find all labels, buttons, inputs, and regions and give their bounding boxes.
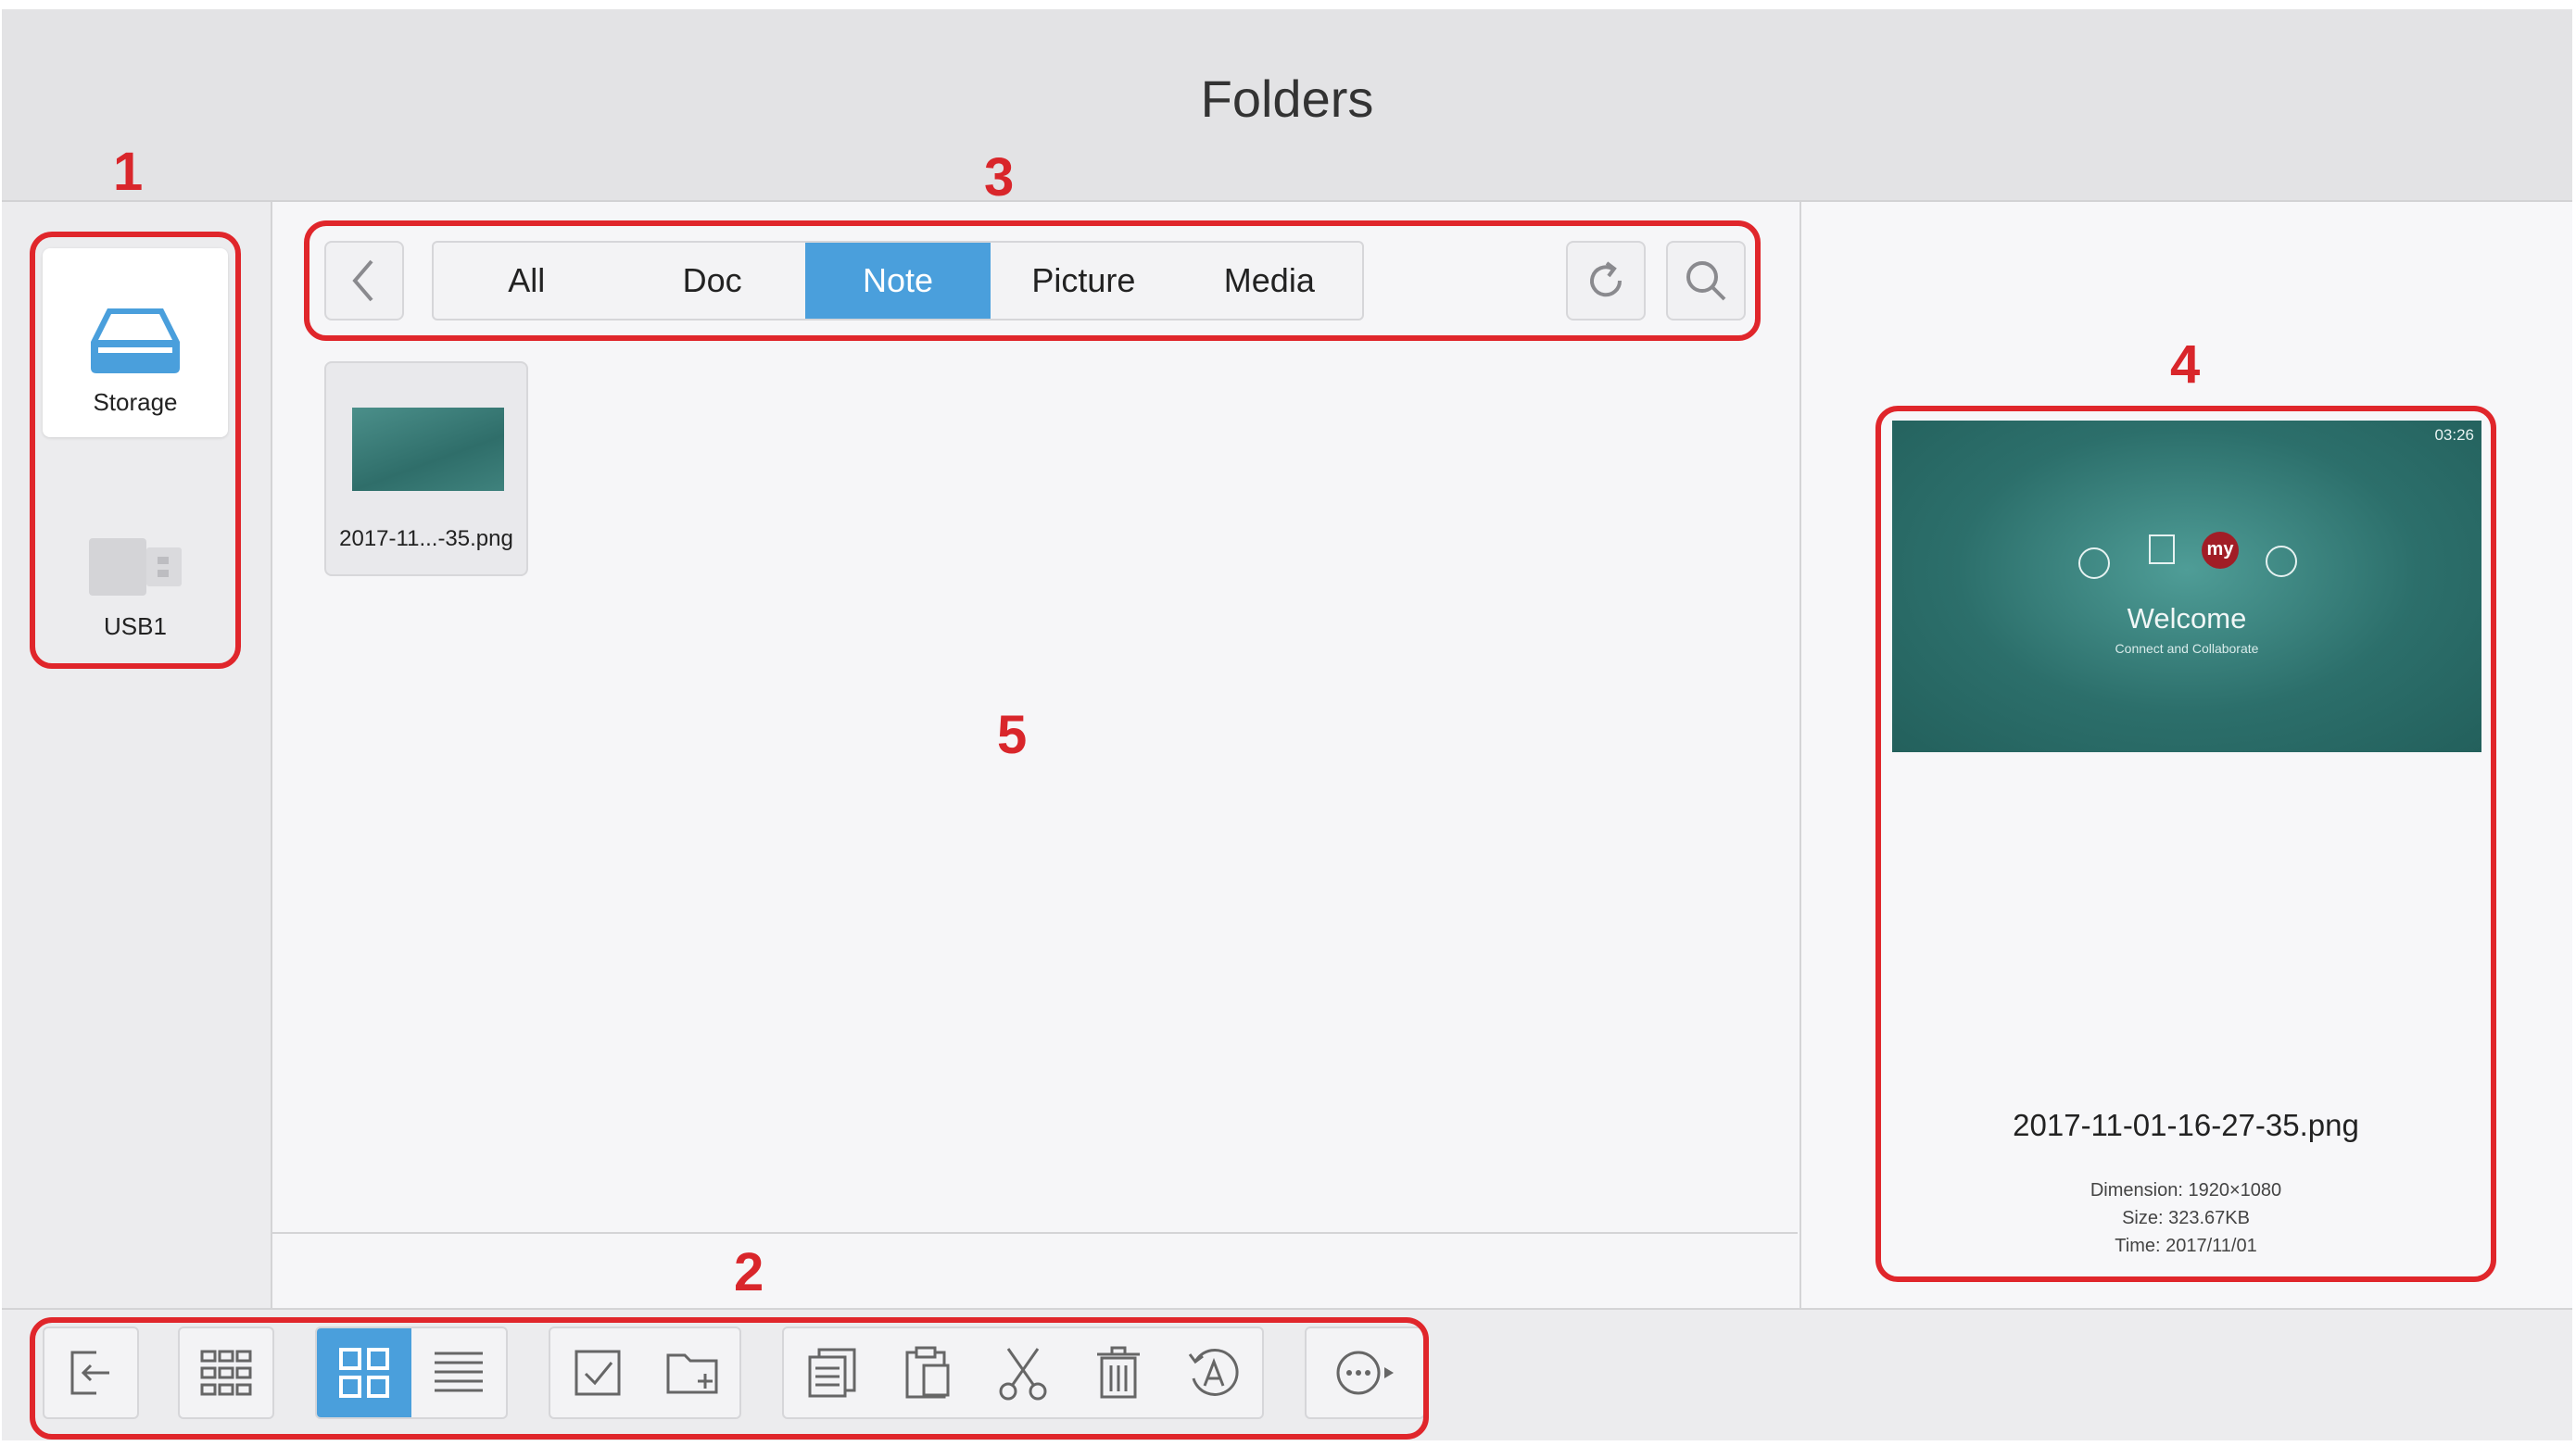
annotation-box-3 bbox=[304, 220, 1761, 341]
annotation-box-4 bbox=[1875, 406, 2496, 1282]
folders-window: Folders Storage USB1 All Doc Note Pictur… bbox=[2, 9, 2572, 1440]
annotation-box-1 bbox=[30, 232, 241, 669]
file-thumbnail bbox=[352, 408, 504, 491]
title-bar: Folders bbox=[2, 9, 2572, 202]
annotation-number-4: 4 bbox=[2170, 334, 2201, 395]
annotation-number-1: 1 bbox=[113, 142, 144, 202]
file-item[interactable]: 2017-11...-35.png bbox=[324, 361, 528, 576]
annotation-box-2 bbox=[30, 1317, 1429, 1440]
annotation-number-2: 2 bbox=[734, 1242, 764, 1302]
annotation-number-3: 3 bbox=[984, 147, 1015, 207]
annotation-number-5: 5 bbox=[997, 705, 1028, 765]
file-name: 2017-11...-35.png bbox=[339, 526, 513, 551]
page-title: Folders bbox=[1200, 69, 1374, 128]
divider bbox=[272, 1232, 1798, 1234]
